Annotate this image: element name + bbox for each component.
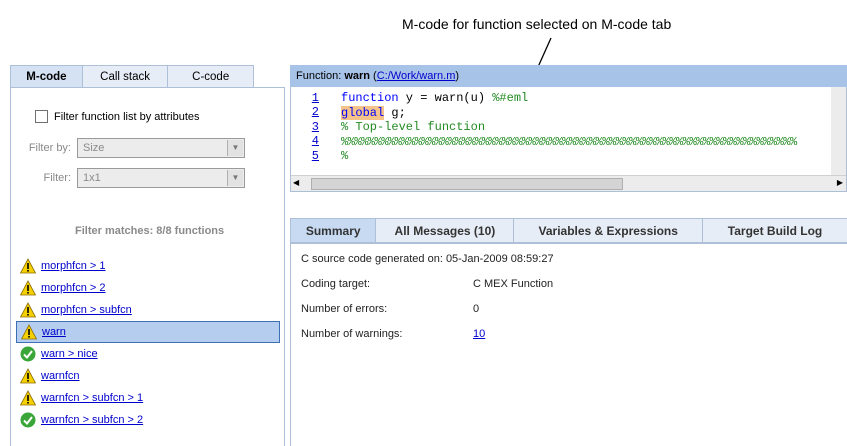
function-path-link[interactable]: C:/Work/warn.m [377,70,456,82]
errors-label: Number of errors: [301,303,388,315]
horizontal-scrollbar[interactable]: ◀ ▶ [291,175,846,191]
function-list-pane: Filter function list by attributes Filte… [10,87,285,446]
generated-label: C source code generated on: [301,253,443,265]
warning-icon [20,258,36,274]
chevron-down-icon: ▼ [227,170,243,186]
warning-icon [20,390,36,406]
target-row: Coding target: C MEX Function [301,278,553,290]
warning-icon [20,302,36,318]
tab-m-code[interactable]: M-code [10,65,83,89]
code-line: 2 global g; [291,105,846,121]
function-list-item[interactable]: morphfcn > 2 [16,277,280,299]
filter-by-label: Filter by: [28,142,71,154]
function-link[interactable]: warn [42,326,66,338]
warnings-label: Number of warnings: [301,328,403,340]
tab-call-stack[interactable]: Call stack [81,65,169,89]
summary-pane: C source code generated on: 05-Jan-2009 … [290,242,847,446]
tab-c-code[interactable]: C-code [167,65,254,89]
filter-matches-text: Filter matches: 8/8 functions [75,225,225,237]
target-label: Coding target: [301,278,371,290]
tab-all-messages[interactable]: All Messages (10) [375,218,515,244]
filter-by-select[interactable]: Size ▼ [77,138,245,158]
function-list-panel: M-code Call stack C-code Filter function… [10,65,285,446]
function-link[interactable]: warnfcn [41,370,80,382]
vertical-scrollbar[interactable] [831,87,846,177]
function-prefix: Function: [296,70,345,82]
tab-summary[interactable]: Summary [290,218,377,244]
function-list: morphfcn > 1 morphfcn > 2 morphfcn > subfc… [16,255,280,431]
target-value: C MEX Function [473,278,554,290]
filter-label: Filter: [43,172,72,184]
filter-value-select[interactable]: 1x1 ▼ [77,168,245,188]
function-link[interactable]: morphfcn > subfcn [41,304,132,316]
function-list-item[interactable]: warnfcn > subfcn > 2 [16,409,280,431]
filter-row: Filter: 1x1 ▼ [11,168,245,188]
code-line: 3 % Top-level function [291,120,846,135]
line-number[interactable]: 1 [291,91,341,106]
generated-row: C source code generated on: 05-Jan-2009 … [301,253,554,265]
function-link[interactable]: warn > nice [41,348,98,360]
scrollbar-thumb[interactable] [311,178,623,190]
warnings-link[interactable]: 10 [473,328,485,340]
line-number[interactable]: 2 [291,105,341,120]
code-view[interactable]: 1 function y = warn(u) %#eml 2 global g;… [290,87,847,192]
summary-tabs: Summary All Messages (10) Variables & Ex… [290,218,847,244]
filter-by-value: Size [83,142,105,154]
tab-variables-expressions[interactable]: Variables & Expressions [513,218,704,244]
warning-icon [21,324,37,340]
filter-attributes-row: Filter function list by attributes [35,110,200,123]
warning-icon [20,368,36,384]
warning-icon [20,280,36,296]
check-icon [20,346,36,362]
function-list-item[interactable]: warnfcn > subfcn > 1 [16,387,280,409]
function-link[interactable]: warnfcn > subfcn > 2 [41,414,143,426]
function-name: warn [344,70,370,82]
filter-attributes-label: Filter function list by attributes [54,110,200,123]
code-panel: Function: warn (C:/Work/warn.m) 1 functi… [290,65,847,446]
errors-value: 0 [473,303,480,315]
function-list-item[interactable]: warn > nice [16,343,280,365]
filter-attributes-checkbox[interactable] [35,110,48,123]
left-tabs: M-code Call stack C-code [10,65,254,89]
check-icon [20,412,36,428]
filter-by-row: Filter by: Size ▼ [11,138,245,158]
line-number[interactable]: 5 [291,149,341,164]
function-link[interactable]: warnfcn > subfcn > 1 [41,392,143,404]
tab-target-build-log[interactable]: Target Build Log [702,218,847,244]
line-number[interactable]: 3 [291,120,341,135]
filter-value: 1x1 [83,172,101,184]
code-line: 5 % [291,149,846,164]
warnings-row: Number of warnings: 10 [301,328,485,340]
function-header: Function: warn (C:/Work/warn.m) [290,65,847,87]
function-list-item[interactable]: morphfcn > subfcn [16,299,280,321]
errors-row: Number of errors: 0 [301,303,479,315]
function-list-item[interactable]: morphfcn > 1 [16,255,280,277]
scroll-right-icon[interactable]: ▶ [837,178,843,188]
generated-value: 05-Jan-2009 08:59:27 [445,253,554,265]
function-link[interactable]: morphfcn > 1 [41,260,106,272]
chevron-down-icon: ▼ [227,140,243,156]
line-number[interactable]: 4 [291,134,341,149]
code-line: 1 function y = warn(u) %#eml [291,91,846,106]
code-line: 4 %%%%%%%%%%%%%%%%%%%%%%%%%%%%%%%%%%%%%%… [291,134,846,150]
scroll-left-icon[interactable]: ◀ [293,178,299,188]
function-list-item[interactable]: warn [16,321,280,343]
function-list-item[interactable]: warnfcn [16,365,280,387]
function-link[interactable]: morphfcn > 2 [41,282,106,294]
